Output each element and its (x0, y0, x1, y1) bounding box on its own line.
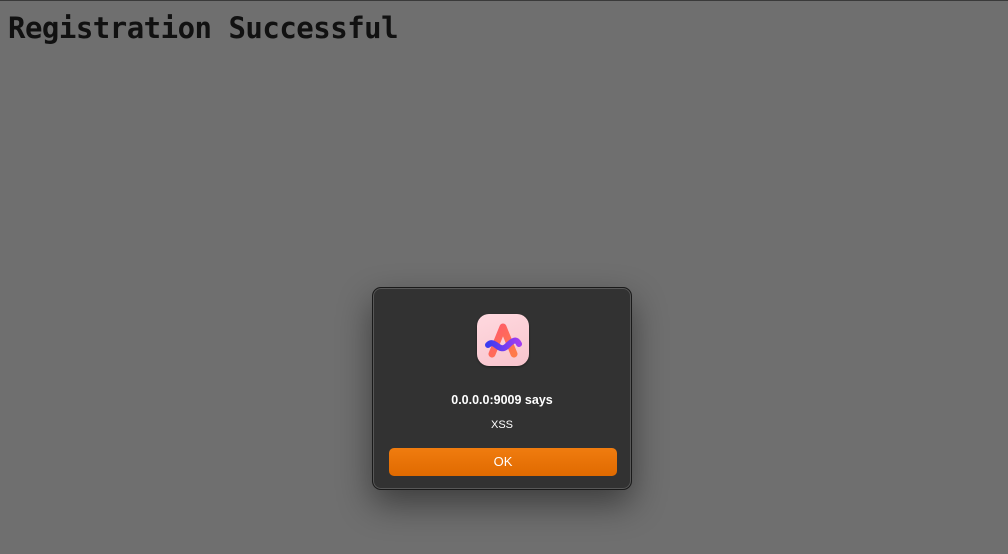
alert-title: 0.0.0.0:9009 says (451, 393, 553, 407)
page-title: Registration Successful (8, 11, 399, 45)
alert-dialog: 0.0.0.0:9009 says XSS OK (372, 287, 632, 490)
arc-browser-icon (477, 314, 529, 366)
alert-message: XSS (490, 419, 513, 431)
ok-button[interactable]: OK (389, 448, 617, 476)
window-top-border (0, 0, 1008, 1)
